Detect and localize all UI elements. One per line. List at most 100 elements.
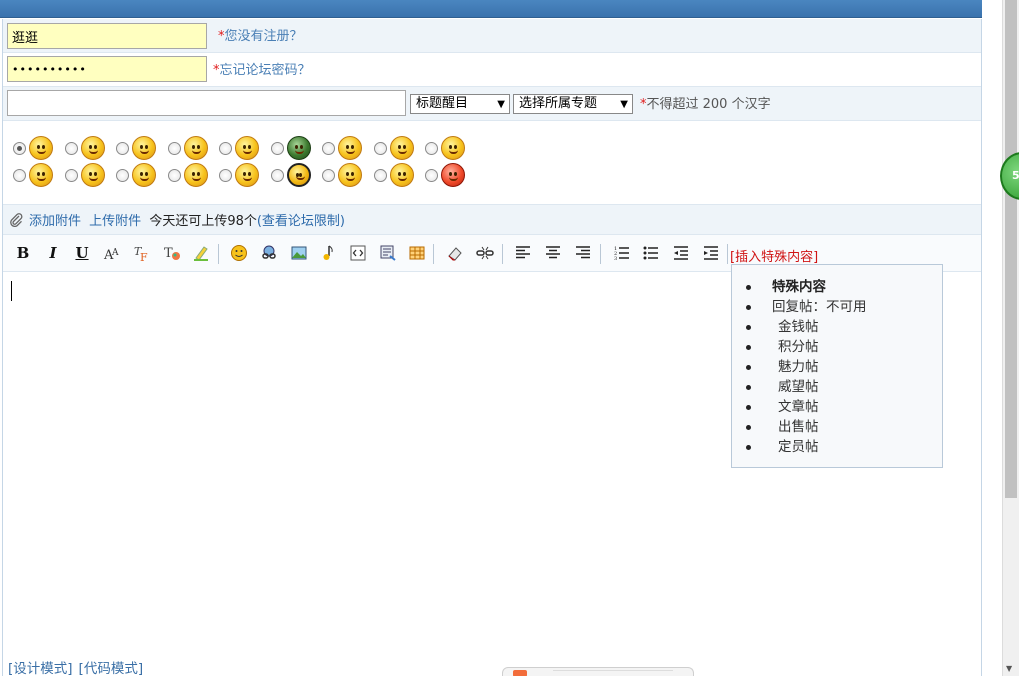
align-left-icon [516, 246, 530, 259]
smiley-option[interactable] [322, 163, 372, 187]
insert-link-button[interactable] [257, 241, 281, 265]
smiley-option[interactable] [168, 163, 218, 187]
code-mode-link[interactable]: [代码模式] [79, 661, 144, 676]
special-menu-item-points[interactable]: 积分帖 [744, 337, 867, 357]
smiley-radio[interactable] [374, 169, 387, 182]
italic-button[interactable]: I [41, 241, 65, 265]
smiley-radio[interactable] [374, 142, 387, 155]
smiley-radio[interactable] [219, 169, 232, 182]
forum-limit-link[interactable]: (查看论坛限制) [257, 214, 345, 229]
special-content-menu: 特殊内容 回复帖：不可用 金钱帖 积分帖 魅力帖 威望帖 文章帖 出售帖 定员帖 [731, 264, 943, 468]
insert-image-button[interactable] [287, 241, 311, 265]
smiley-option[interactable] [219, 163, 269, 187]
smiley-radio[interactable] [65, 142, 78, 155]
smiley-option[interactable] [13, 136, 63, 160]
special-menu-item-charm[interactable]: 魅力帖 [744, 357, 867, 377]
smiley-radio[interactable] [65, 169, 78, 182]
vertical-scrollbar[interactable]: ▼ [1002, 0, 1019, 676]
smiley-option[interactable] [374, 163, 424, 187]
tab-line [553, 670, 673, 676]
insert-quote-button[interactable] [376, 241, 400, 265]
special-menu-item-article[interactable]: 文章帖 [744, 397, 867, 417]
underline-button[interactable]: U [70, 241, 94, 265]
font-face-button[interactable]: TF [130, 241, 154, 265]
smiley-radio[interactable] [322, 169, 335, 182]
smiley-radio[interactable] [168, 169, 181, 182]
eraser-icon [448, 247, 462, 261]
smiley-option[interactable] [219, 136, 269, 160]
insert-code-button[interactable] [346, 241, 370, 265]
shock-icon [441, 136, 465, 160]
align-left-button[interactable] [511, 241, 535, 265]
special-menu-item-sale[interactable]: 出售帖 [744, 417, 867, 437]
smiley-option[interactable] [65, 136, 115, 160]
insert-emoticon-button[interactable] [227, 241, 251, 265]
smiley-option[interactable] [374, 136, 424, 160]
post-form: *您没有注册？ *忘记论坛密码？ 标题醒目 ▼ 选择所属专题 ▼ *不得超过 2… [2, 19, 982, 676]
smiley-radio[interactable] [168, 142, 181, 155]
special-menu-item-prestige[interactable]: 威望帖 [744, 377, 867, 397]
frog-icon [287, 136, 311, 160]
add-attachment-link[interactable]: 添加附件 [29, 214, 81, 229]
indent-button[interactable] [699, 241, 723, 265]
register-hint[interactable]: *您没有注册？ [218, 25, 303, 44]
register-link[interactable]: 您没有注册？ [225, 29, 303, 44]
clear-format-button[interactable] [443, 241, 467, 265]
title-highlight-select[interactable]: 标题醒目 ▼ [410, 94, 510, 114]
insert-music-button[interactable] [316, 241, 340, 265]
insert-special-content-button[interactable]: [插入特殊内容] [730, 246, 818, 265]
font-size-button[interactable]: AA [100, 241, 124, 265]
unordered-list-button[interactable] [639, 241, 663, 265]
smiley-radio[interactable] [13, 169, 26, 182]
topic-select[interactable]: 选择所属专题 ▼ [513, 94, 633, 114]
bold-button[interactable]: B [11, 241, 35, 265]
username-input[interactable] [7, 23, 207, 49]
smiley-radio[interactable] [219, 142, 232, 155]
align-center-button[interactable] [541, 241, 565, 265]
smiley-option[interactable] [65, 163, 115, 187]
smiley-radio[interactable] [13, 142, 26, 155]
image-icon [291, 246, 307, 260]
dropdown-arrow-icon: ▼ [497, 99, 505, 110]
ordered-list-button[interactable]: 123 [610, 241, 634, 265]
upload-attachment-link[interactable]: 上传附件 [89, 214, 141, 229]
design-mode-link[interactable]: [设计模式] [8, 661, 73, 676]
text-color-button[interactable]: T [160, 241, 184, 265]
table-icon [409, 246, 425, 260]
special-menu-item-limited[interactable]: 定员帖 [744, 437, 867, 457]
smiley-radio[interactable] [425, 169, 438, 182]
indent-icon [704, 246, 718, 260]
smiley-radio[interactable] [271, 142, 284, 155]
code-icon [350, 245, 366, 261]
subject-title-input[interactable] [7, 90, 406, 116]
smiley-radio[interactable] [116, 169, 129, 182]
scroll-down-arrow-icon[interactable]: ▼ [1006, 664, 1012, 673]
title-highlight-value: 标题醒目 [416, 96, 469, 111]
highlight-button[interactable] [189, 241, 213, 265]
smiley-option[interactable] [13, 163, 63, 187]
smiley-radio[interactable] [116, 142, 129, 155]
align-right-button[interactable] [571, 241, 595, 265]
unlink-button[interactable] [473, 241, 497, 265]
smiley-option[interactable] [116, 163, 166, 187]
smiley-radio[interactable] [425, 142, 438, 155]
smiley-option[interactable] [425, 136, 475, 160]
password-input[interactable] [7, 56, 207, 82]
scrollbar-thumb[interactable] [1005, 0, 1017, 498]
special-menu-item-money[interactable]: 金钱帖 [744, 317, 867, 337]
bottom-floating-tab[interactable] [502, 667, 694, 676]
text-color-icon: T [164, 246, 180, 261]
insert-table-button[interactable] [405, 241, 429, 265]
smiley-option[interactable] [116, 136, 166, 160]
smiley-option[interactable] [168, 136, 218, 160]
forgot-hint[interactable]: *忘记论坛密码？ [213, 59, 311, 78]
smiley-option[interactable] [271, 163, 321, 187]
forgot-password-link[interactable]: 忘记论坛密码？ [220, 63, 311, 78]
smiley-radio[interactable] [271, 169, 284, 182]
outdent-button[interactable] [669, 241, 693, 265]
smiley-option[interactable] [322, 136, 372, 160]
smiley-row [3, 121, 981, 205]
smiley-radio[interactable] [322, 142, 335, 155]
smiley-option[interactable] [271, 136, 321, 160]
smiley-option[interactable] [425, 163, 475, 187]
